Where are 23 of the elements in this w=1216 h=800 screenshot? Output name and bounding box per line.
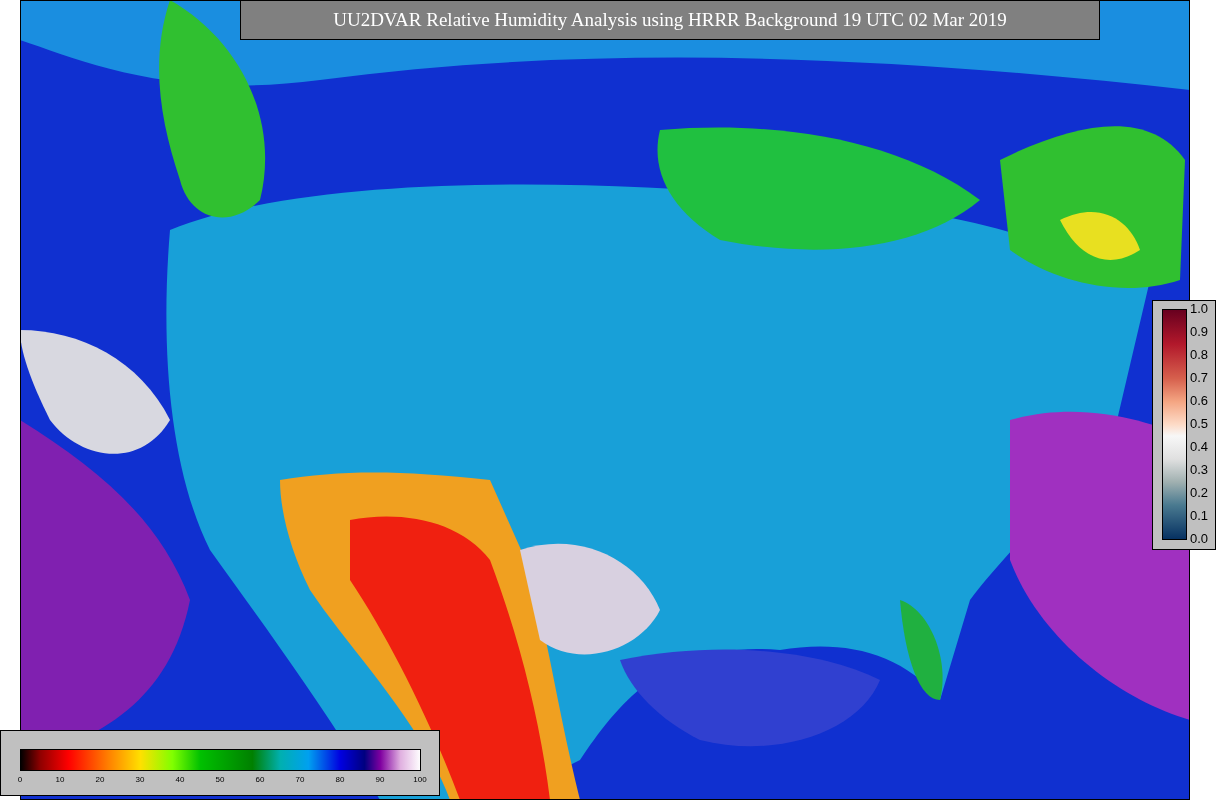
tick-label: 30 [135,775,145,785]
tick-label: 80 [335,775,345,785]
tick-label: 0.6 [1190,394,1209,408]
tick-label: 0.4 [1190,440,1209,454]
tick-label: 20 [95,775,105,785]
tick-label: 10 [55,775,65,785]
tick-label: 0.5 [1190,417,1209,431]
tick-label: 1.0 [1190,302,1209,316]
tick-label: 0.3 [1190,463,1209,477]
tick-label: 100 [413,775,427,785]
map-title: UU2DVAR Relative Humidity Analysis using HRRR Background 19 UTC 02 Mar 2019 [240,0,1100,40]
tick-label: 40 [175,775,185,785]
tick-label: 0.7 [1190,371,1209,385]
tick-label: 0.0 [1190,532,1209,546]
tick-label: 60 [255,775,265,785]
tick-label: 0.9 [1190,325,1209,339]
tick-label: 70 [295,775,305,785]
tick-label: 0 [17,775,23,785]
tick-label: 50 [215,775,225,785]
tick-label: 90 [375,775,385,785]
tick-label: 0.8 [1190,348,1209,362]
tick-label: 0.1 [1190,509,1209,523]
tick-label: 0.2 [1190,486,1209,500]
